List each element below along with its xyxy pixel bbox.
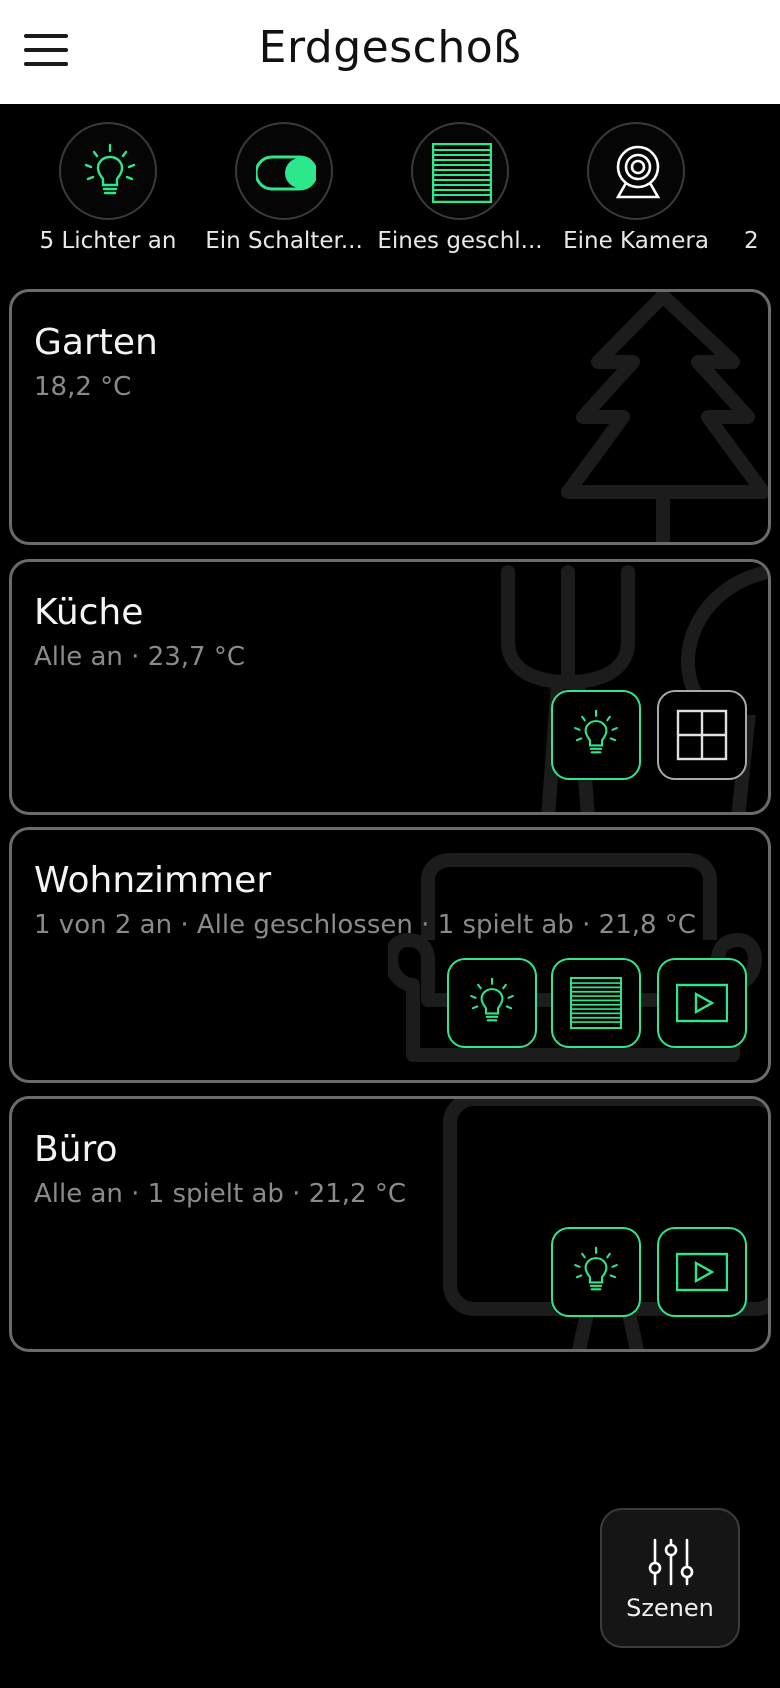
- lightbulb-icon: [470, 977, 514, 1022]
- window-icon: [676, 709, 728, 761]
- blinds-icon: [570, 977, 622, 1029]
- window-button[interactable]: [657, 690, 747, 780]
- scenes-label: Szenen: [626, 1594, 714, 1622]
- media-player-button[interactable]: [657, 1227, 747, 1317]
- tree-icon: [561, 292, 768, 542]
- room-status: 18,2 °C: [34, 372, 132, 402]
- chip-blinds-button[interactable]: [411, 122, 509, 220]
- light-toggle-button[interactable]: [551, 690, 641, 780]
- room-status: Alle an · 1 spielt ab · 21,2 °C: [34, 1179, 406, 1209]
- sliders-icon: [648, 1538, 694, 1586]
- room-card-garten[interactable]: Garten 18,2 °C: [9, 289, 771, 545]
- chip-switches[interactable]: Ein Schalter...: [196, 122, 372, 254]
- chip-lights-button[interactable]: [59, 122, 157, 220]
- chip-label: Eines geschl...: [377, 228, 543, 254]
- room-name: Büro: [34, 1129, 118, 1170]
- room-status: 1 von 2 an · Alle geschlossen · 1 spielt…: [34, 910, 696, 940]
- room-status: Alle an · 23,7 °C: [34, 642, 246, 672]
- chip-label: Ein Schalter...: [205, 228, 363, 254]
- room-card-wohnzimmer[interactable]: Wohnzimmer 1 von 2 an · Alle geschlossen…: [9, 827, 771, 1083]
- chip-switches-button[interactable]: [235, 122, 333, 220]
- media-player-icon: [676, 1252, 728, 1292]
- room-name: Garten: [34, 322, 158, 363]
- lightbulb-icon: [574, 709, 618, 754]
- chip-more[interactable]: 2: [700, 122, 780, 254]
- chip-label: 2: [744, 228, 759, 254]
- room-card-kueche[interactable]: Küche Alle an · 23,7 °C: [9, 559, 771, 815]
- toggle-switch-icon: [256, 155, 316, 191]
- room-card-buero[interactable]: Büro Alle an · 1 spielt ab · 21,2 °C: [9, 1096, 771, 1352]
- page-title: Erdgeschoß: [258, 22, 522, 73]
- scenes-button[interactable]: Szenen: [600, 1508, 740, 1648]
- light-toggle-button[interactable]: [551, 1227, 641, 1317]
- chip-camera[interactable]: Eine Kamera: [548, 122, 724, 254]
- media-player-button[interactable]: [657, 958, 747, 1048]
- chip-blinds[interactable]: Eines geschl...: [372, 122, 548, 254]
- chip-label: 5 Lichter an: [39, 228, 177, 254]
- blinds-icon: [432, 143, 492, 203]
- room-name: Wohnzimmer: [34, 860, 272, 901]
- media-player-icon: [676, 983, 728, 1023]
- chip-label: Eine Kamera: [563, 228, 709, 254]
- chip-camera-button[interactable]: [587, 122, 685, 220]
- camera-icon: [615, 145, 661, 199]
- light-toggle-button[interactable]: [447, 958, 537, 1048]
- lightbulb-icon: [84, 143, 136, 195]
- lightbulb-icon: [574, 1246, 618, 1291]
- room-name: Küche: [34, 592, 144, 633]
- chip-lights[interactable]: 5 Lichter an: [20, 122, 196, 254]
- blinds-button[interactable]: [551, 958, 641, 1048]
- summary-chips-row[interactable]: 5 Lichter an Ein Schalter... Eines gesch…: [0, 122, 780, 262]
- app-header: Erdgeschoß: [0, 0, 780, 104]
